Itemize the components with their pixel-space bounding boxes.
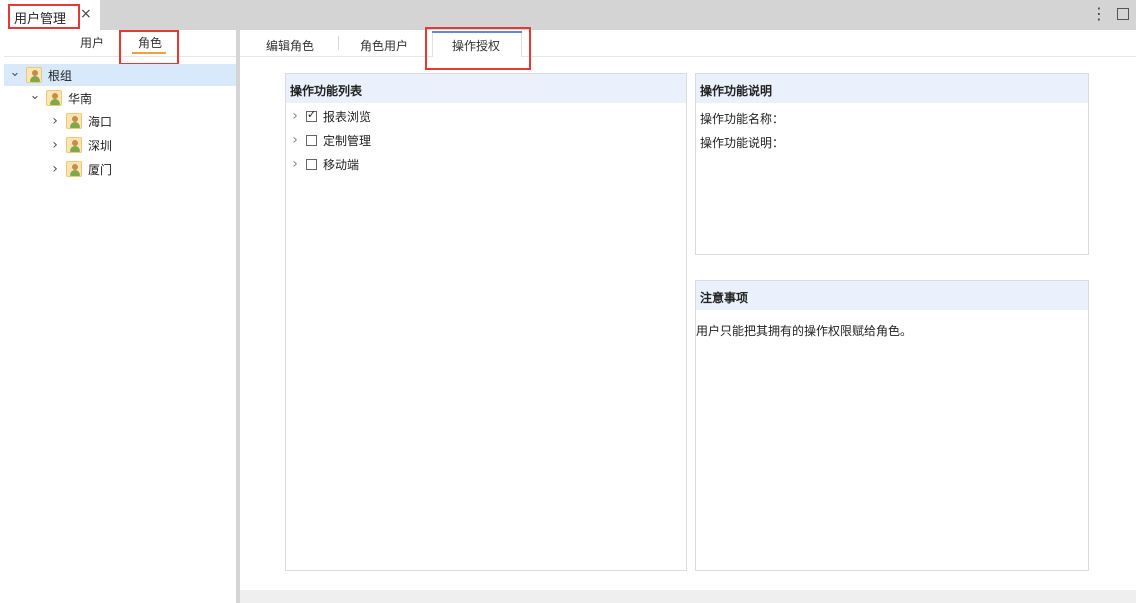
chevron-down-icon[interactable]: ⌄: [28, 88, 42, 103]
panel-title: 操作功能说明: [700, 84, 773, 98]
top-tab-bar: [0, 0, 1136, 30]
tree-node[interactable]: › 深圳: [48, 134, 236, 156]
tree-node-label: 海口: [88, 114, 113, 129]
chevron-right-icon[interactable]: ›: [48, 113, 62, 129]
panel-title: 操作功能列表: [290, 84, 363, 98]
tree-node-label: 厦门: [88, 162, 113, 177]
function-item[interactable]: › 报表浏览: [290, 106, 371, 126]
tab-edit-role[interactable]: 编辑角色: [266, 37, 314, 54]
tree-node[interactable]: ⌄ 根组: [4, 64, 236, 86]
panel-header: 操作功能说明: [696, 74, 1088, 103]
function-label: 定制管理: [323, 133, 372, 148]
tree-node[interactable]: › 海口: [48, 110, 236, 132]
chevron-right-icon[interactable]: ›: [48, 161, 62, 177]
active-subtab-underline: [132, 52, 166, 54]
tree-node-label: 华南: [68, 91, 93, 106]
chevron-right-icon[interactable]: ›: [48, 137, 62, 153]
function-desc-panel: 操作功能说明 操作功能名称： 操作功能说明：: [695, 73, 1089, 255]
function-name-label: 操作功能名称：: [700, 112, 785, 126]
panel-title: 注意事项: [700, 291, 749, 305]
tab-operation-auth[interactable]: 操作授权: [452, 37, 500, 54]
chevron-down-icon[interactable]: ⌄: [8, 65, 22, 80]
divider: [4, 56, 236, 57]
chevron-right-icon[interactable]: ›: [290, 108, 300, 124]
tab-role-users[interactable]: 角色用户: [360, 37, 408, 54]
active-tab-indicator: [432, 31, 522, 33]
tree-node-label: 深圳: [88, 138, 113, 153]
user-group-icon: [26, 67, 42, 83]
tree-node[interactable]: › 厦门: [48, 158, 236, 180]
tab-separator: [338, 36, 339, 50]
user-group-icon: [66, 137, 82, 153]
user-group-icon: [66, 113, 82, 129]
panel-header: 注意事项: [696, 281, 1088, 310]
notes-text: 用户只能把其拥有的操作权限赋给角色。: [696, 324, 913, 338]
tree-node-label: 根组: [48, 68, 73, 83]
more-menu-icon[interactable]: ⋮: [1091, 4, 1107, 24]
function-checkbox[interactable]: [306, 108, 317, 122]
chevron-right-icon[interactable]: ›: [290, 156, 300, 172]
panel-header: 操作功能列表: [286, 74, 686, 103]
subtab-users[interactable]: 用户: [80, 34, 104, 51]
chevron-right-icon[interactable]: ›: [290, 132, 300, 148]
user-group-icon: [66, 161, 82, 177]
tab-title: 用户管理: [14, 12, 67, 27]
tab-user-management[interactable]: 用户管理 ×: [0, 0, 100, 31]
subtab-roles[interactable]: 角色: [138, 34, 162, 51]
function-list-panel: 操作功能列表 › 报表浏览 › 定制管理 › 移动端: [285, 73, 687, 571]
maximize-icon[interactable]: [1117, 8, 1129, 20]
function-item[interactable]: › 移动端: [290, 154, 359, 174]
function-label: 报表浏览: [323, 109, 372, 124]
function-item[interactable]: › 定制管理: [290, 130, 371, 150]
function-checkbox[interactable]: [306, 158, 317, 170]
function-checkbox[interactable]: [306, 134, 317, 146]
function-desc-label: 操作功能说明：: [700, 136, 785, 150]
notes-panel: 注意事项 用户只能把其拥有的操作权限赋给角色。: [695, 280, 1089, 571]
tree-node[interactable]: ⌄ 华南: [28, 87, 236, 109]
user-group-icon: [46, 90, 62, 106]
bottom-bar: [240, 590, 1136, 603]
tab-divider: [240, 56, 1136, 57]
close-icon[interactable]: ×: [80, 6, 92, 22]
function-label: 移动端: [323, 157, 360, 172]
